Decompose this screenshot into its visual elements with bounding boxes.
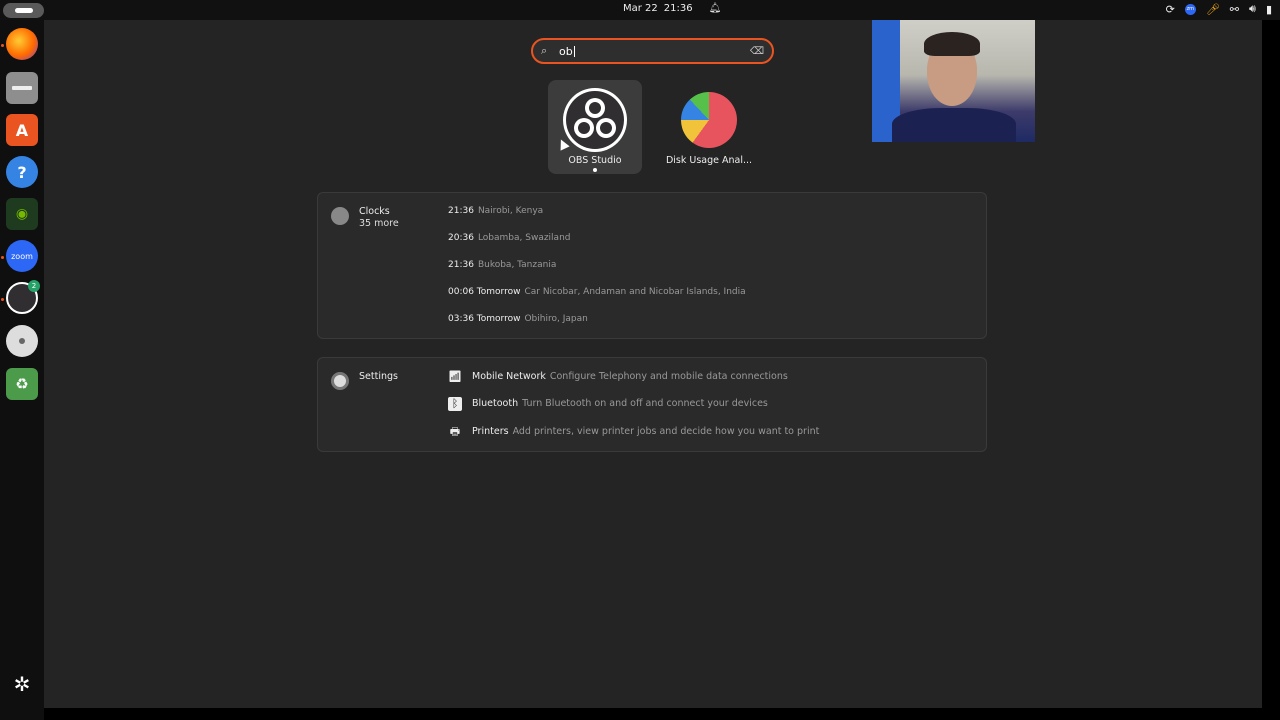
more-results-link[interactable]: 35 more xyxy=(359,218,399,229)
setting-description: Turn Bluetooth on and off and connect yo… xyxy=(522,398,768,409)
clock-place: Car Nicobar, Andaman and Nicobar Islands… xyxy=(524,287,746,297)
clock-result-row[interactable]: 21:36 Nairobi, Kenya xyxy=(448,206,543,216)
settings-gear-icon xyxy=(331,372,349,390)
clock-time: 00:06 Tomorrow xyxy=(448,287,521,297)
app-label: Disk Usage Anal... xyxy=(665,155,753,166)
clock-result-row[interactable]: 00:06 Tomorrow Car Nicobar, Andaman and N… xyxy=(448,287,746,297)
app-disk-usage-analyzer[interactable]: Disk Usage Anal... xyxy=(662,80,756,174)
screen-edge xyxy=(44,708,1280,720)
obs-studio-icon xyxy=(563,88,627,152)
zoom-icon[interactable]: zoom xyxy=(6,240,38,272)
running-indicator xyxy=(1,44,4,47)
setting-name: Mobile Network xyxy=(472,371,546,382)
setting-name: Bluetooth xyxy=(472,398,519,409)
settings-result-row[interactable]: Mobile Network Configure Telephony and mo… xyxy=(472,371,788,382)
setting-description: Add printers, view printer jobs and deci… xyxy=(512,426,820,437)
dock: A ? ◉ zoom 2 ♻ ✲ xyxy=(0,20,44,720)
sync-icon[interactable]: ⟳ xyxy=(1166,3,1175,16)
app-obs-studio[interactable]: OBS Studio xyxy=(548,80,642,174)
clear-icon[interactable]: ⌫ xyxy=(750,46,764,57)
setting-description: Configure Telephony and mobile data conn… xyxy=(549,371,788,382)
printer-icon: 🖶 xyxy=(449,425,461,438)
provider-title: Clocks xyxy=(359,206,390,217)
top-bar: Mar 22 21:36 🔔︎ ⟳ zm 🎤︎ ⚯ 🔊︎ ▮ xyxy=(0,0,1280,20)
activities-indicator xyxy=(14,8,33,13)
clock-date: Mar 22 xyxy=(623,3,658,14)
zoom-tray-icon[interactable]: zm xyxy=(1184,3,1196,15)
activities-button[interactable] xyxy=(3,3,44,18)
antenna-icon: 📶︎ xyxy=(448,370,462,383)
app-center-icon[interactable]: A xyxy=(6,114,38,146)
setting-name: Printers xyxy=(472,426,509,437)
search-input[interactable]: ⌕ ob ⌫ xyxy=(531,38,774,64)
clock-time: 03:36 Tomorrow xyxy=(448,314,521,324)
clock-place: Nairobi, Kenya xyxy=(477,206,544,216)
clock[interactable]: Mar 22 21:36 🔔︎ xyxy=(623,3,721,14)
firefox-icon[interactable] xyxy=(6,28,38,60)
clocks-results: Clocks 35 more 21:36 Nairobi, Kenya 20:36… xyxy=(317,192,987,339)
help-icon[interactable]: ? xyxy=(6,156,38,188)
clock-result-row[interactable]: 21:36 Bukoba, Tanzania xyxy=(448,260,556,270)
disk-usage-icon xyxy=(681,92,737,148)
running-indicator xyxy=(1,256,4,259)
provider-title: Settings xyxy=(359,371,398,382)
obs-studio-icon[interactable]: 2 xyxy=(6,280,40,314)
microphone-icon[interactable]: 🎤︎ xyxy=(1206,3,1220,16)
clock-time: 21:36 xyxy=(448,260,474,270)
search-text: ob xyxy=(559,45,750,58)
notification-badge: 2 xyxy=(28,280,40,292)
zoom-label: zoom xyxy=(11,251,33,261)
clock-time: 21:36 xyxy=(448,206,474,216)
running-indicator xyxy=(593,168,597,172)
clock-time: 20:36 xyxy=(448,233,474,243)
search-icon: ⌕ xyxy=(541,44,548,57)
app-label: OBS Studio xyxy=(568,155,622,166)
show-apps-icon[interactable]: ✲ xyxy=(6,668,38,700)
screen-edge xyxy=(1262,20,1280,708)
clock-result-row[interactable]: 03:36 Tomorrow Obihiro, Japan xyxy=(448,314,588,324)
volume-icon[interactable]: 🔊︎ xyxy=(1249,2,1256,16)
clock-place: Lobamba, Swaziland xyxy=(477,233,571,243)
settings-results: Settings 📶︎ Mobile Network Configure Tele… xyxy=(317,357,987,452)
battery-icon[interactable]: ▮ xyxy=(1266,3,1272,16)
bluetooth-icon: ᛒ xyxy=(448,397,462,411)
network-icon[interactable]: ⚯ xyxy=(1230,3,1239,16)
disc-icon[interactable] xyxy=(6,325,38,357)
system-tray[interactable]: ⟳ zm 🎤︎ ⚯ 🔊︎ ▮ xyxy=(1166,2,1272,16)
clock-place: Obihiro, Japan xyxy=(524,314,588,324)
running-indicator xyxy=(1,298,4,301)
settings-result-row[interactable]: Printers Add printers, view printer jobs … xyxy=(472,426,819,437)
clock-icon xyxy=(331,207,349,225)
clock-place: Bukoba, Tanzania xyxy=(477,260,557,270)
files-icon[interactable] xyxy=(6,72,38,104)
webcam-overlay xyxy=(872,20,1035,142)
trash-icon[interactable]: ♻ xyxy=(6,368,38,400)
notification-bell-icon: 🔔︎ xyxy=(708,3,722,14)
nvidia-icon[interactable]: ◉ xyxy=(6,198,38,230)
settings-result-row[interactable]: Bluetooth Turn Bluetooth on and off and c… xyxy=(472,398,768,409)
clock-time: 21:36 xyxy=(663,3,693,14)
clock-result-row[interactable]: 20:36 Lobamba, Swaziland xyxy=(448,233,571,243)
